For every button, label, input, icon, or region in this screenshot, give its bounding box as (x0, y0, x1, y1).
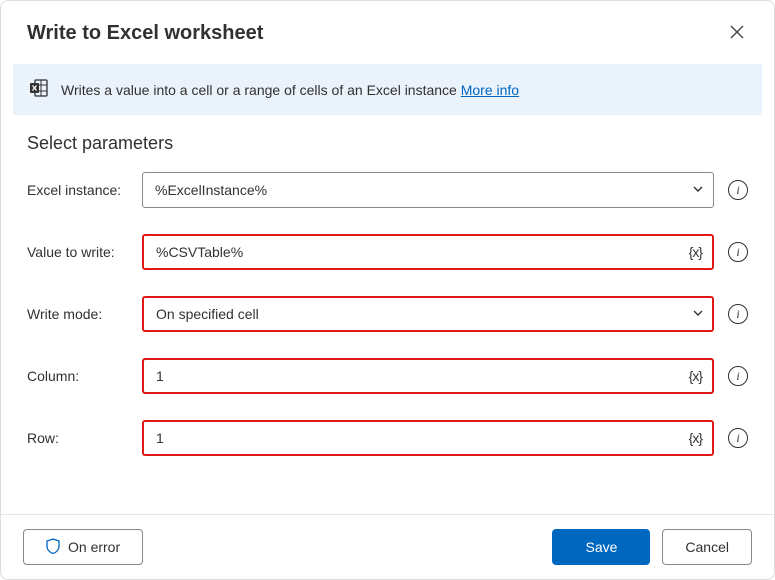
excel-icon (29, 78, 49, 101)
save-button[interactable]: Save (552, 529, 650, 565)
info-icon[interactable]: i (728, 180, 748, 200)
close-icon[interactable] (726, 19, 748, 48)
on-error-label: On error (68, 539, 120, 555)
field-row[interactable]: 1 {x} (142, 420, 714, 456)
field-value-to-write[interactable]: %CSVTable% {x} (142, 234, 714, 270)
variable-picker-icon[interactable]: {x} (689, 244, 702, 260)
parameters-section: Select parameters Excel instance: %Excel… (1, 115, 774, 482)
cancel-button[interactable]: Cancel (662, 529, 752, 565)
label-write-mode: Write mode: (27, 306, 142, 322)
label-value-to-write: Value to write: (27, 244, 142, 260)
row-value-to-write: Value to write: %CSVTable% {x} i (27, 234, 748, 270)
chevron-down-icon[interactable] (692, 306, 704, 322)
value-write-mode: On specified cell (142, 296, 714, 332)
value-row: 1 (142, 420, 714, 456)
row-column: Column: 1 {x} i (27, 358, 748, 394)
dialog-write-to-excel: Write to Excel worksheet Writes a value … (0, 0, 775, 580)
info-banner: Writes a value into a cell or a range of… (13, 64, 762, 115)
field-excel-instance[interactable]: %ExcelInstance% (142, 172, 714, 208)
info-icon[interactable]: i (728, 428, 748, 448)
info-icon[interactable]: i (728, 304, 748, 324)
value-excel-instance: %ExcelInstance% (142, 172, 714, 208)
field-column[interactable]: 1 {x} (142, 358, 714, 394)
info-icon[interactable]: i (728, 366, 748, 386)
info-text-content: Writes a value into a cell or a range of… (61, 82, 461, 98)
label-excel-instance: Excel instance: (27, 182, 142, 198)
label-row: Row: (27, 430, 142, 446)
info-text: Writes a value into a cell or a range of… (61, 82, 519, 98)
dialog-header: Write to Excel worksheet (1, 1, 774, 58)
row-write-mode: Write mode: On specified cell i (27, 296, 748, 332)
row-row: Row: 1 {x} i (27, 420, 748, 456)
section-heading: Select parameters (27, 133, 748, 154)
label-column: Column: (27, 368, 142, 384)
dialog-footer: On error Save Cancel (1, 514, 774, 579)
value-value-to-write: %CSVTable% (142, 234, 714, 270)
info-icon[interactable]: i (728, 242, 748, 262)
variable-picker-icon[interactable]: {x} (689, 430, 702, 446)
row-excel-instance: Excel instance: %ExcelInstance% i (27, 172, 748, 208)
shield-icon (46, 538, 60, 557)
value-column: 1 (142, 358, 714, 394)
dialog-title: Write to Excel worksheet (27, 22, 263, 45)
on-error-button[interactable]: On error (23, 529, 143, 565)
chevron-down-icon[interactable] (692, 182, 704, 198)
more-info-link[interactable]: More info (461, 82, 519, 98)
variable-picker-icon[interactable]: {x} (689, 368, 702, 384)
field-write-mode[interactable]: On specified cell (142, 296, 714, 332)
